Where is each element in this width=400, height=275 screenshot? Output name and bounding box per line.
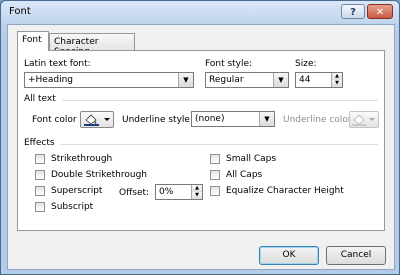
chevron-down-icon[interactable]: ▼ <box>178 73 193 87</box>
double-strikethrough-label: Double Strikethrough <box>51 170 147 180</box>
all-caps-label: All Caps <box>226 170 263 180</box>
font-style-combo[interactable]: Regular ▼ <box>205 72 289 88</box>
size-spinner[interactable]: 44 ▲ ▼ <box>295 72 343 88</box>
size-value: 44 <box>299 75 311 85</box>
font-color-label: Font color <box>32 115 77 125</box>
underline-style-value: (none) <box>195 114 225 124</box>
latin-font-label: Latin text font: <box>24 59 91 69</box>
title-bar[interactable]: Font ? ✕ <box>1 1 399 23</box>
tab-font-label: Font <box>22 35 42 45</box>
checkbox-box[interactable] <box>35 170 45 180</box>
font-tab-panel: Latin text font: +Heading ▼ Font style: … <box>17 50 385 231</box>
effects-divider <box>60 144 378 145</box>
window-title: Font <box>9 6 31 17</box>
double-strikethrough-checkbox[interactable]: Double Strikethrough <box>35 170 147 180</box>
spin-down-icon[interactable]: ▼ <box>192 192 202 199</box>
spin-down-icon[interactable]: ▼ <box>332 80 342 87</box>
all-text-section-label: All text <box>24 94 56 104</box>
font-color-button[interactable] <box>80 111 114 128</box>
latin-font-combo[interactable]: +Heading ▼ <box>24 72 194 88</box>
small-caps-checkbox[interactable]: Small Caps <box>210 154 276 164</box>
all-text-divider <box>62 100 378 101</box>
latin-font-value: +Heading <box>28 75 73 85</box>
font-dialog: Font ? ✕ Font Character Spacing Latin te… <box>0 0 400 275</box>
tab-font[interactable]: Font <box>17 31 49 51</box>
tab-character-spacing[interactable]: Character Spacing <box>49 33 135 57</box>
superscript-checkbox[interactable]: Superscript <box>35 186 102 196</box>
help-button[interactable]: ? <box>341 4 365 19</box>
equalize-character-height-label: Equalize Character Height <box>226 186 344 196</box>
effects-section-label: Effects <box>24 138 55 148</box>
ok-button[interactable]: OK <box>259 246 319 265</box>
size-label: Size: <box>295 59 317 69</box>
dialog-body: Font Character Spacing Latin text font: … <box>7 24 395 270</box>
spin-up-icon[interactable]: ▲ <box>332 73 342 80</box>
font-color-swatch <box>84 124 99 126</box>
spin-up-icon[interactable]: ▲ <box>192 185 202 192</box>
checkbox-box[interactable] <box>35 154 45 164</box>
offset-label: Offset: <box>119 188 150 198</box>
chevron-down-icon[interactable]: ▼ <box>273 73 288 87</box>
offset-spinner[interactable]: 0% ▲ ▼ <box>155 184 203 200</box>
superscript-label: Superscript <box>51 186 103 196</box>
equalize-character-height-checkbox[interactable]: Equalize Character Height <box>210 186 344 196</box>
checkbox-box[interactable] <box>210 186 220 196</box>
paint-bucket-icon <box>352 114 375 126</box>
font-style-value: Regular <box>209 75 244 85</box>
subscript-label: Subscript <box>51 202 94 212</box>
subscript-checkbox[interactable]: Subscript <box>35 202 93 212</box>
checkbox-box[interactable] <box>35 202 45 212</box>
underline-color-label: Underline color <box>283 115 352 125</box>
paint-bucket-icon <box>84 114 110 126</box>
underline-style-combo[interactable]: (none) ▼ <box>191 111 275 127</box>
small-caps-label: Small Caps <box>226 154 277 164</box>
underline-style-label: Underline style <box>122 115 190 125</box>
underline-color-button[interactable] <box>349 111 379 128</box>
offset-value: 0% <box>159 187 174 197</box>
close-button[interactable]: ✕ <box>367 4 393 19</box>
checkbox-box[interactable] <box>210 170 220 180</box>
font-style-label: Font style: <box>205 59 253 69</box>
chevron-down-icon[interactable]: ▼ <box>259 112 274 126</box>
checkbox-box[interactable] <box>35 186 45 196</box>
checkbox-box[interactable] <box>210 154 220 164</box>
strikethrough-label: Strikethrough <box>51 154 113 164</box>
strikethrough-checkbox[interactable]: Strikethrough <box>35 154 112 164</box>
cancel-button[interactable]: Cancel <box>326 246 386 265</box>
all-caps-checkbox[interactable]: All Caps <box>210 170 262 180</box>
